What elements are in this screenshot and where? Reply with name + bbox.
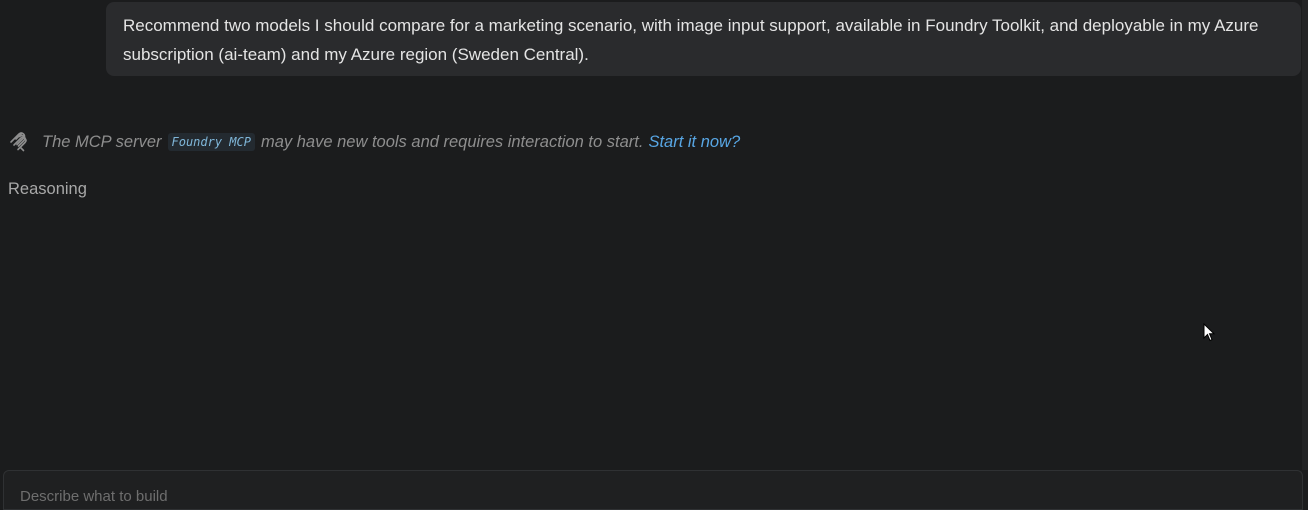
mcp-server-name: Foundry MCP — [167, 133, 255, 151]
scrollbar-track[interactable] — [1302, 0, 1308, 470]
chat-input-box[interactable] — [3, 470, 1303, 510]
mcp-notice-prefix: The MCP server — [42, 132, 162, 151]
mcp-plug-icon — [8, 130, 32, 154]
mcp-notice-suffix: may have new tools and requires interact… — [260, 132, 644, 151]
chat-input-field[interactable] — [18, 487, 1292, 506]
mouse-pointer-icon — [1203, 323, 1215, 342]
start-mcp-server-link[interactable]: Start it now? — [648, 133, 740, 152]
user-message-text: Recommend two models I should compare fo… — [123, 16, 1259, 64]
reasoning-label: Reasoning — [8, 180, 87, 198]
chat-panel: Recommend two models I should compare fo… — [0, 0, 1308, 470]
mcp-server-notice: The MCP server Foundry MCP may have new … — [8, 128, 740, 156]
user-message-bubble: Recommend two models I should compare fo… — [106, 2, 1301, 76]
